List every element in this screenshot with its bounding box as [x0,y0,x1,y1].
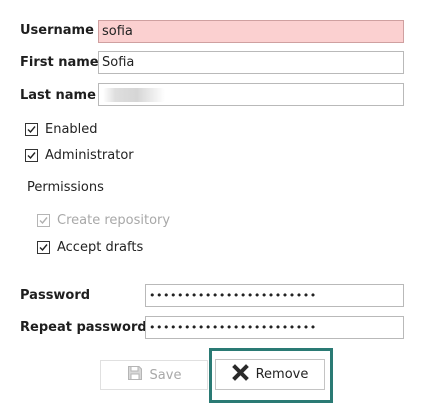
administrator-label: Administrator [45,148,134,163]
enabled-checkbox[interactable] [25,123,38,136]
password-input[interactable] [145,284,404,307]
permissions-heading: Permissions [27,180,104,195]
password-label: Password [20,288,91,303]
floppy-disk-icon [127,365,143,385]
accept-drafts-label: Accept drafts [57,240,144,255]
username-label: Username [20,23,94,38]
create-repository-checkbox [37,214,50,227]
administrator-checkbox-row[interactable]: Administrator [25,148,134,163]
create-repository-checkbox-row: Create repository [37,213,170,228]
save-button[interactable]: Save [100,360,208,390]
save-label: Save [149,367,182,383]
accept-drafts-checkbox-row[interactable]: Accept drafts [37,240,143,255]
last-name-label: Last name [20,88,96,103]
username-input[interactable] [98,20,404,43]
enabled-label: Enabled [45,122,98,137]
administrator-checkbox[interactable] [25,149,38,162]
create-repository-label: Create repository [57,213,171,228]
enabled-checkbox-row[interactable]: Enabled [25,122,98,137]
remove-button-highlight [209,348,333,403]
redacted-last-name [103,88,165,102]
repeat-password-label: Repeat password [20,320,147,335]
first-name-input[interactable] [98,51,404,74]
repeat-password-input[interactable] [145,316,404,339]
first-name-label: First name [20,55,99,70]
accept-drafts-checkbox[interactable] [37,241,50,254]
